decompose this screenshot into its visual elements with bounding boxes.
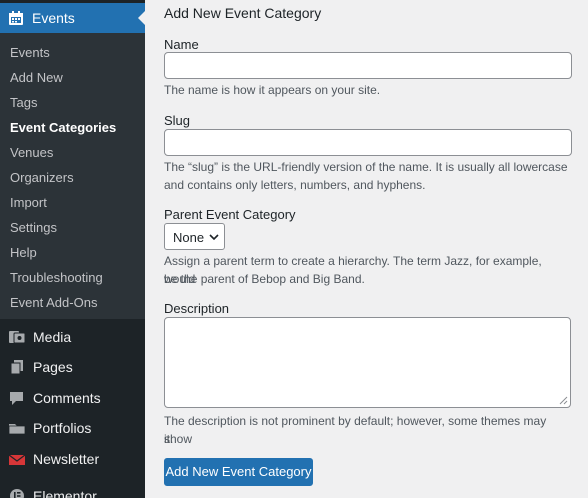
- menu-item-events[interactable]: Events: [0, 3, 145, 33]
- slug-help-line-1: The “slug” is the URL-friendly version o…: [164, 160, 568, 174]
- menu-item-elementor-label: Elementor: [33, 488, 97, 498]
- admin-sidebar: Events Events Add New Tags Event Categor…: [0, 0, 145, 498]
- name-input[interactable]: [164, 52, 572, 79]
- submenu-item-settings[interactable]: Settings: [10, 220, 57, 235]
- newsletter-icon: [8, 454, 26, 465]
- submenu-item-organizers[interactable]: Organizers: [10, 170, 74, 185]
- description-textarea[interactable]: [164, 317, 571, 408]
- elementor-icon: [10, 489, 24, 498]
- menu-item-comments[interactable]: Comments: [0, 383, 145, 413]
- menu-item-media[interactable]: Media: [0, 322, 145, 352]
- menu-item-elementor[interactable]: Elementor: [0, 481, 145, 498]
- parent-category-select[interactable]: None: [164, 223, 225, 250]
- submenu-item-help[interactable]: Help: [10, 245, 37, 260]
- media-icon: [9, 331, 26, 344]
- parent-category-value: None: [173, 230, 205, 245]
- submenu-item-event-add-ons[interactable]: Event Add-Ons: [10, 295, 97, 310]
- menu-item-portfolios-label: Portfolios: [33, 420, 92, 436]
- menu-item-events-label: Events: [32, 10, 75, 26]
- slug-label: Slug: [164, 113, 191, 128]
- menu-item-media-label: Media: [33, 329, 72, 345]
- submenu-item-event-categories[interactable]: Event Categories: [10, 120, 116, 135]
- comments-icon: [10, 392, 23, 405]
- slug-help-line-2: and contains only letters, numbers, and …: [164, 178, 426, 192]
- submenu-item-troubleshooting[interactable]: Troubleshooting: [10, 270, 103, 285]
- submenu-item-add-new[interactable]: Add New: [10, 70, 63, 85]
- menu-item-newsletter-label: Newsletter: [33, 451, 100, 467]
- submenu-item-venues[interactable]: Venues: [10, 145, 53, 160]
- form-title: Add New Event Category: [164, 5, 322, 21]
- description-label: Description: [164, 301, 230, 316]
- resize-grip-icon[interactable]: [559, 396, 568, 405]
- menu-item-pages-label: Pages: [33, 359, 73, 375]
- chevron-down-icon: [209, 234, 219, 241]
- portfolio-icon: [8, 424, 26, 435]
- parent-label: Parent Event Category: [164, 207, 296, 222]
- name-help: The name is how it appears on your site.: [164, 83, 381, 97]
- pages-icon: [10, 360, 23, 375]
- submenu-item-events[interactable]: Events: [10, 45, 50, 60]
- slug-input[interactable]: [164, 129, 572, 156]
- description-help-line-2: it.: [164, 432, 174, 446]
- parent-help-line-2: be the parent of Bebop and Big Band.: [164, 272, 365, 286]
- calendar-icon: [9, 11, 23, 25]
- name-label: Name: [164, 37, 199, 52]
- menu-item-pages[interactable]: Pages: [0, 352, 145, 382]
- add-category-form: Add New Event Category Name The name is …: [145, 0, 588, 498]
- menu-item-newsletter[interactable]: Newsletter: [0, 444, 145, 474]
- menu-item-portfolios[interactable]: Portfolios: [0, 413, 145, 443]
- submenu-item-tags[interactable]: Tags: [10, 95, 37, 110]
- add-new-event-category-button[interactable]: Add New Event Category: [164, 458, 313, 486]
- menu-item-comments-label: Comments: [33, 390, 101, 406]
- submenu-item-import[interactable]: Import: [10, 195, 47, 210]
- events-submenu: Events Add New Tags Event Categories Ven…: [0, 33, 145, 319]
